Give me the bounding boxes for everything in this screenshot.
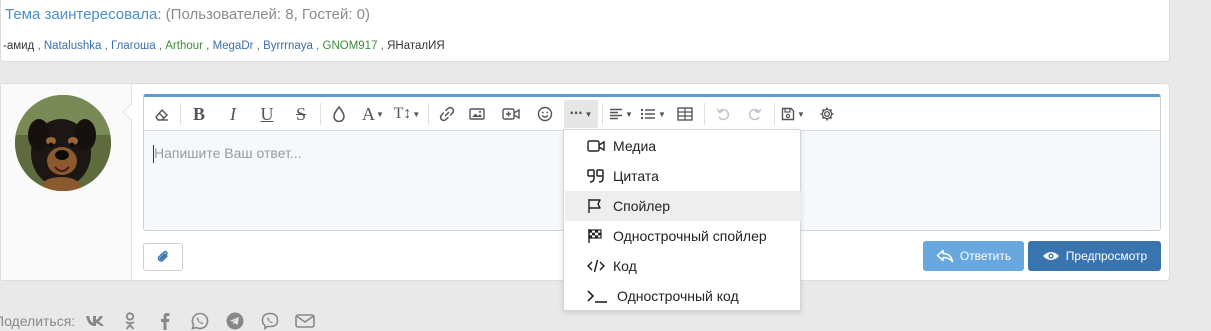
checkered-flag-icon: [587, 228, 609, 244]
dropdown-item-label: Цитата: [613, 168, 659, 184]
user-separator: ,: [377, 40, 388, 52]
paperclip-icon: [157, 250, 168, 262]
quote-icon: [587, 169, 609, 183]
viber-icon[interactable]: [260, 311, 280, 331]
preview-button-label: Предпросмотр: [1065, 249, 1148, 263]
dropdown-item-media[interactable]: Медиа: [565, 131, 801, 161]
font-family-icon[interactable]: A ▼: [358, 100, 388, 128]
ellipsis-glyph: ···: [569, 105, 584, 122]
users-counts: (Пользователей: 8, Гостей: 0): [161, 6, 370, 23]
editor-toolbar: B I U S A ▼ T↕ ▼ ··· ▼ ▼ ▼ ▼: [144, 97, 1160, 131]
user-link[interactable]: -амид: [3, 40, 34, 52]
vk-icon[interactable]: [85, 311, 105, 331]
color-drop-icon[interactable]: [326, 100, 352, 128]
eraser-icon[interactable]: [148, 100, 176, 128]
reply-arrow-icon: [936, 249, 954, 263]
dropdown-item-quote[interactable]: Цитата: [565, 161, 801, 191]
toolbar-divider: [704, 103, 705, 125]
users-title: Тема заинтересовала: (Пользователей: 8, …: [5, 6, 370, 23]
toolbar-divider: [428, 103, 429, 125]
settings-icon[interactable]: [814, 100, 840, 128]
dropdown-item-label: Медиа: [613, 138, 657, 154]
user-link[interactable]: Глагоша: [111, 40, 156, 52]
caret-down-icon: ▼: [797, 109, 805, 119]
font-label: A: [362, 103, 376, 124]
user-separator: ,: [101, 40, 111, 52]
strikethrough-icon[interactable]: S: [288, 100, 314, 128]
user-separator: ,: [253, 40, 264, 52]
attach-files-button[interactable]: [143, 243, 183, 271]
image-icon[interactable]: [464, 100, 490, 128]
email-icon[interactable]: [295, 311, 316, 331]
user-separator: ,: [312, 40, 323, 52]
user-link[interactable]: Arthour: [165, 40, 203, 52]
smiley-icon[interactable]: [532, 100, 558, 128]
terminal-icon: [587, 289, 613, 303]
avatar: [15, 95, 111, 191]
user-link[interactable]: Byrrrnaya: [263, 40, 313, 52]
avatar-column: [1, 84, 132, 280]
toolbar-divider: [602, 103, 603, 125]
font-size-icon[interactable]: T↕ ▼: [392, 100, 422, 128]
share-label: Поделиться:: [0, 313, 76, 329]
whatsapp-icon[interactable]: [190, 311, 210, 331]
toolbar-divider: [180, 103, 181, 125]
reply-button[interactable]: Ответить: [923, 241, 1024, 271]
user-link[interactable]: MegaDr: [213, 40, 254, 52]
video-icon: [587, 140, 609, 152]
toolbar-divider: [320, 103, 321, 125]
italic-icon[interactable]: I: [220, 100, 246, 128]
user-separator: ,: [34, 40, 44, 52]
dropdown-item-label: Однострочный спойлер: [613, 228, 767, 244]
user-link[interactable]: ЯНаталИЯ: [387, 40, 445, 52]
bold-icon[interactable]: B: [186, 100, 212, 128]
toolbar-divider: [774, 103, 775, 125]
telegram-icon[interactable]: [225, 311, 245, 331]
user-link[interactable]: GNOM917: [323, 40, 378, 52]
dropdown-item-inline-code[interactable]: Однострочный код: [565, 281, 801, 311]
table-icon[interactable]: [672, 100, 698, 128]
caret-down-icon: ▼: [658, 109, 666, 119]
list-icon[interactable]: ▼: [638, 100, 668, 128]
dropdown-item-spoiler[interactable]: Спойлер: [565, 191, 801, 221]
user-separator: ,: [155, 40, 166, 52]
editor-placeholder: Напишите Ваш ответ...: [154, 145, 302, 161]
redo-icon[interactable]: [742, 100, 768, 128]
odnoklassniki-icon[interactable]: [120, 311, 140, 331]
undo-icon[interactable]: [710, 100, 736, 128]
dropdown-item-label: Однострочный код: [617, 288, 739, 304]
caret-down-icon: ▼: [412, 109, 421, 119]
dropdown-item-code[interactable]: Код: [565, 251, 801, 281]
user-link[interactable]: Natalushka: [44, 40, 102, 52]
more-icon[interactable]: ··· ▼: [564, 100, 598, 128]
interested-title-link[interactable]: Тема заинтересовала:: [5, 6, 162, 23]
dropdown-item-inline-spoiler[interactable]: Однострочный спойлер: [565, 221, 801, 251]
link-icon[interactable]: [434, 100, 460, 128]
users-list: -амид , Natalushka , Глагоша , Arthour ,…: [3, 40, 445, 52]
caret-down-icon: ▼: [625, 109, 633, 119]
share-bar: Поделиться:: [0, 310, 330, 331]
underline-icon[interactable]: U: [254, 100, 280, 128]
user-separator: ,: [202, 40, 213, 52]
reply-button-label: Ответить: [959, 249, 1012, 263]
code-icon: [587, 259, 609, 273]
flag-icon: [587, 198, 609, 214]
dropdown-item-label: Код: [613, 258, 637, 274]
align-icon[interactable]: ▼: [606, 100, 636, 128]
media-icon[interactable]: [498, 100, 524, 128]
dropdown-item-label: Спойлер: [613, 198, 671, 214]
preview-button[interactable]: Предпросмотр: [1028, 241, 1161, 271]
caret-down-icon: ▼: [376, 109, 384, 119]
caret-down-icon: ▼: [584, 109, 593, 119]
drafts-icon[interactable]: ▼: [778, 100, 808, 128]
interested-users-block: Тема заинтересовала: (Пользователей: 8, …: [0, 0, 1170, 62]
insert-more-dropdown: Медиа Цитата Спойлер Однострочный спойле…: [563, 129, 801, 311]
size-label: T↕: [393, 105, 412, 122]
eye-icon: [1042, 252, 1059, 260]
facebook-icon[interactable]: [155, 311, 175, 331]
